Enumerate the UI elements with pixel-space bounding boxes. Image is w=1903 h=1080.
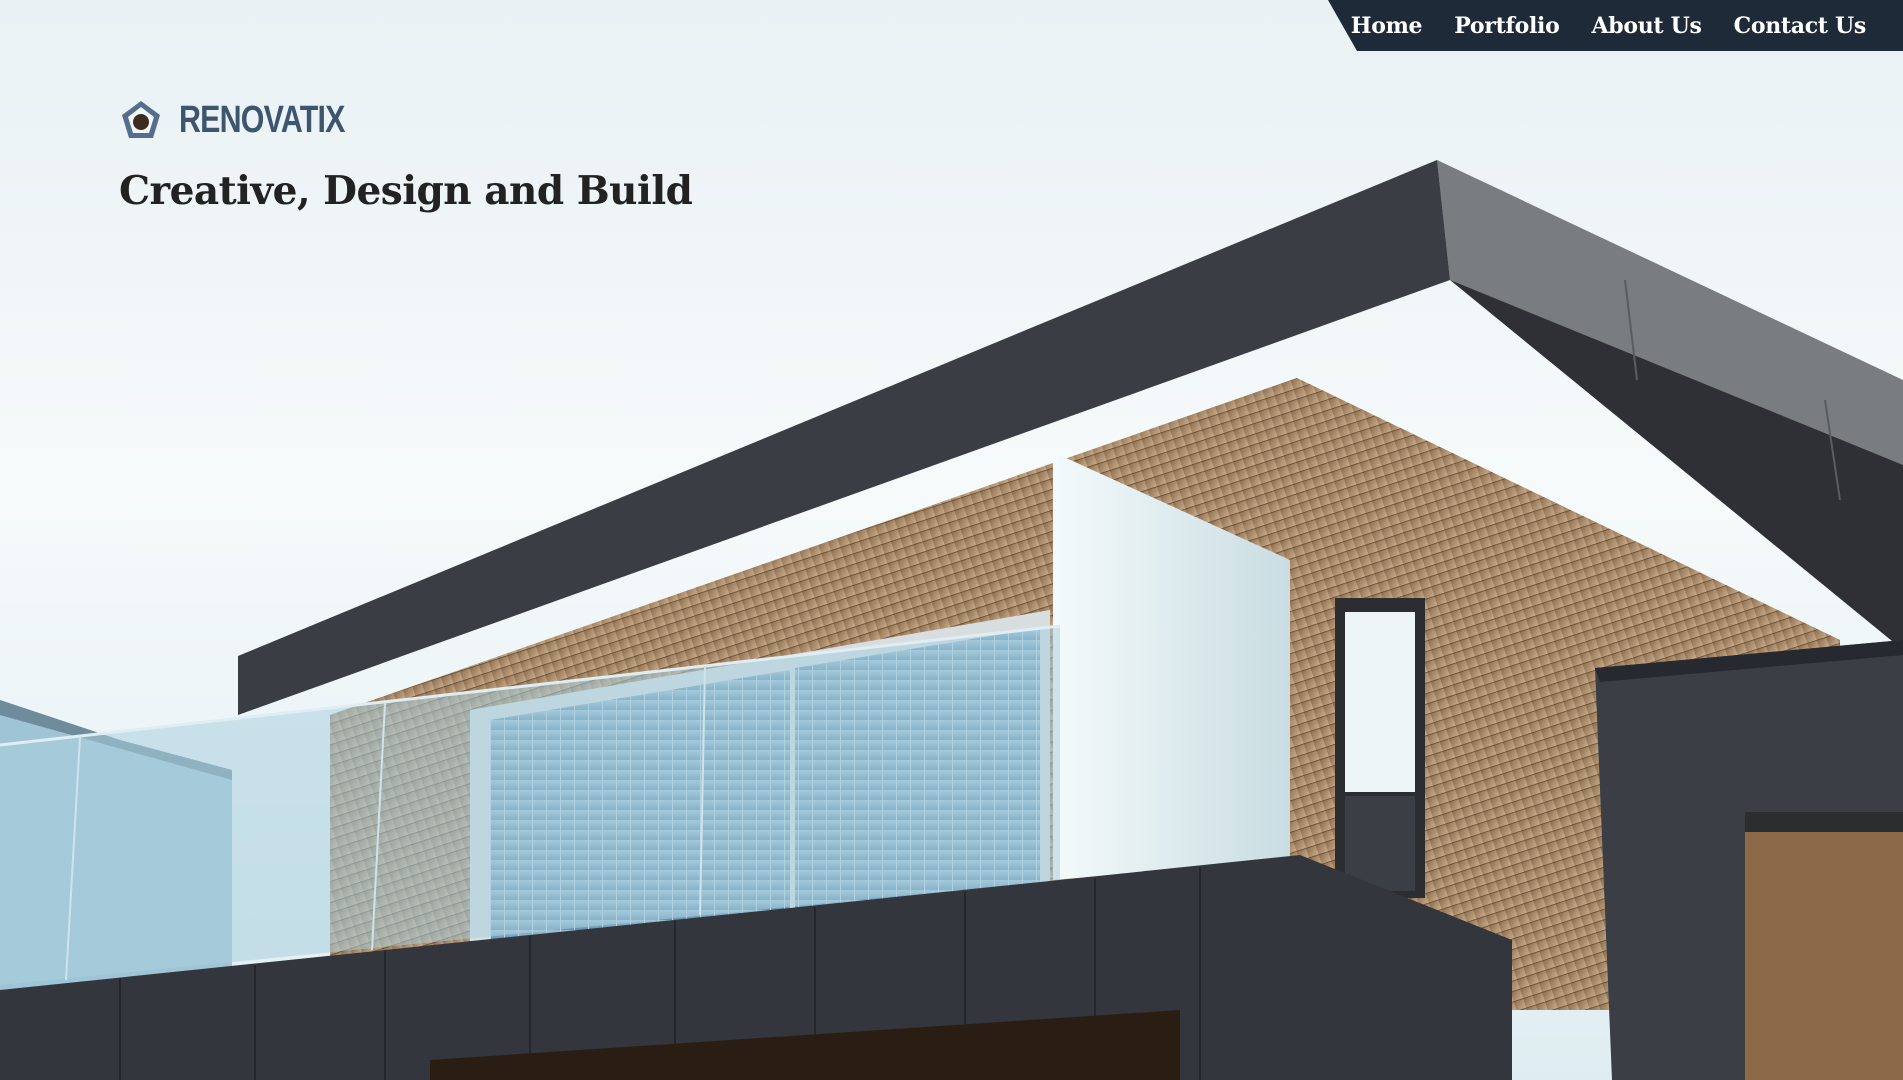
nav-link-portfolio[interactable]: Portfolio	[1454, 13, 1560, 39]
pentagon-logo-icon	[122, 101, 160, 138]
nav-link-home[interactable]: Home	[1351, 13, 1423, 39]
nav-link-about-us[interactable]: About Us	[1591, 13, 1701, 39]
nav-link-contact-us[interactable]: Contact Us	[1734, 13, 1867, 39]
hero-tagline: Creative, Design and Build	[119, 168, 693, 214]
brand-name: RENOVATIX	[179, 98, 345, 141]
brand-logo[interactable]: RENOVATIX	[119, 98, 386, 142]
top-nav: Home Portfolio About Us Contact Us	[1328, 0, 1903, 51]
hero-background-image	[0, 0, 1903, 1080]
